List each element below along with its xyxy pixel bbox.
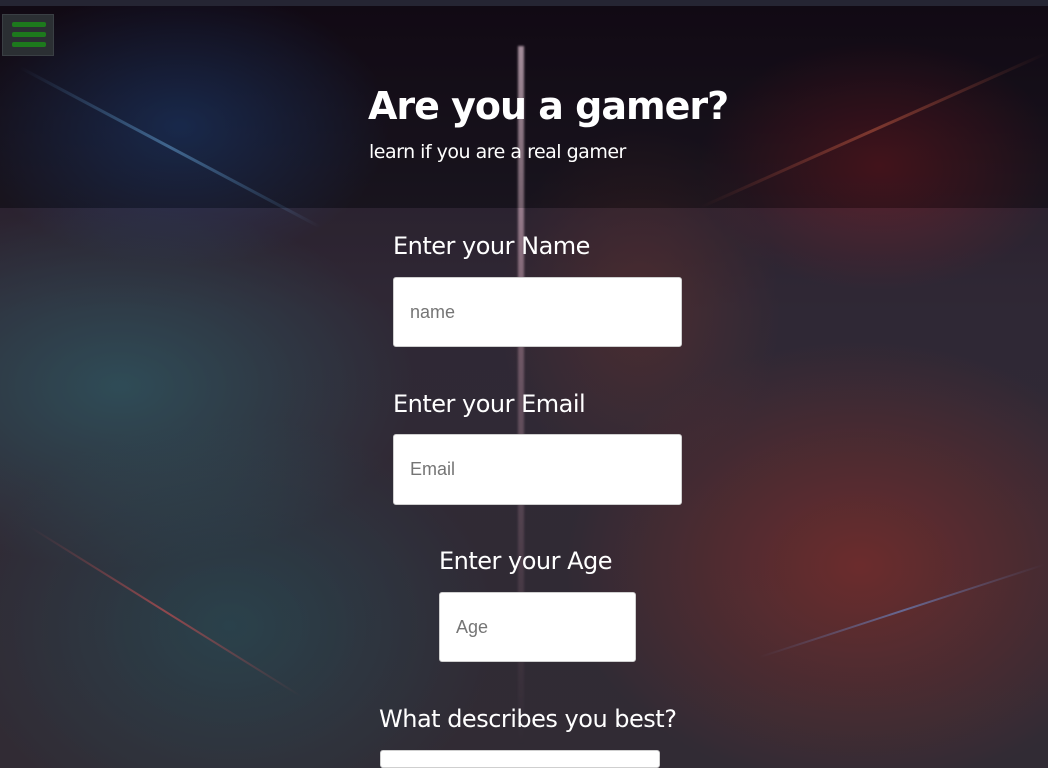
page-title: Are you a gamer? (368, 84, 729, 128)
page-subtitle: learn if you are a real gamer (369, 141, 626, 163)
age-label: Enter your Age (439, 547, 613, 575)
menu-button[interactable] (2, 14, 54, 56)
email-label: Enter your Email (393, 390, 586, 418)
age-input[interactable] (439, 592, 636, 662)
describe-label: What describes you best? (379, 705, 677, 733)
email-input[interactable] (393, 434, 682, 505)
name-input[interactable] (393, 277, 682, 347)
describe-select[interactable] (380, 750, 660, 768)
name-label: Enter your Name (393, 232, 590, 260)
